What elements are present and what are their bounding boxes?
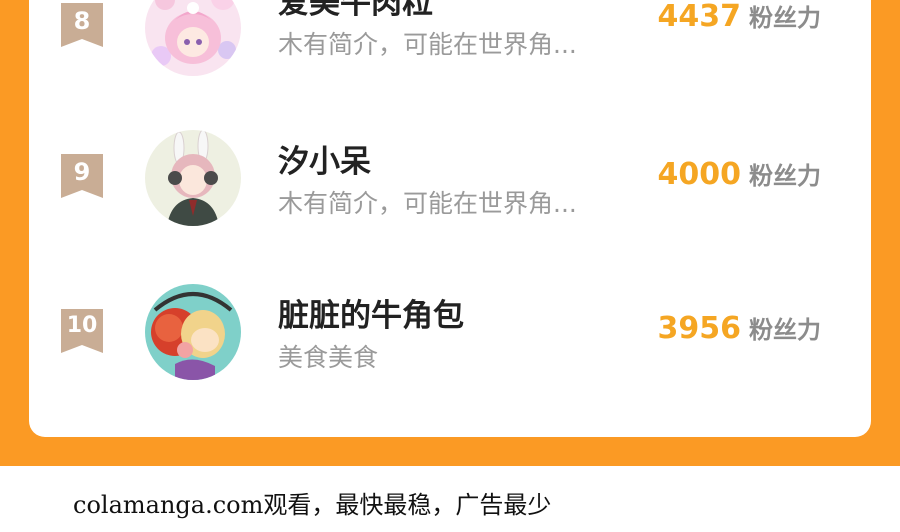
fans-count: 4437	[657, 0, 742, 34]
anime-girl-bunny-ears-headphones-avatar-icon[interactable]	[145, 130, 241, 226]
rank-number: 8	[73, 7, 91, 35]
user-intro: 木有简介，可能在世界角...	[278, 30, 577, 59]
fans-unit: 粉丝力	[749, 162, 821, 190]
user-intro: 木有简介，可能在世界角...	[278, 189, 577, 218]
user-name[interactable]: 爱美牛肉粒	[278, 0, 433, 22]
rank-badge: 9	[61, 154, 103, 198]
ranking-card: 8 爱美牛肉粒 木有简介，可能在世界角... 4437 粉丝力 9 汐小呆 木有…	[29, 0, 871, 437]
watermark-text: colamanga.com观看，最快最稳，广告最少	[73, 491, 552, 519]
ranking-row[interactable]: 8 爱美牛肉粒 木有简介，可能在世界角... 4437 粉丝力	[29, 0, 871, 85]
fans-unit: 粉丝力	[749, 316, 821, 344]
rank-number: 10	[66, 313, 98, 338]
user-name[interactable]: 脏脏的牛角包	[278, 290, 464, 335]
fans-unit: 粉丝力	[749, 4, 821, 32]
ranking-row[interactable]: 10 脏脏的牛角包 美食美食 3956 粉丝力	[29, 282, 871, 392]
rank-number: 9	[73, 158, 91, 186]
fans-power: 4000 粉丝力	[658, 156, 822, 192]
fans-count: 3956	[657, 311, 742, 346]
ranking-row[interactable]: 9 汐小呆 木有简介，可能在世界角... 4000 粉丝力	[29, 128, 871, 238]
rank-badge: 10	[61, 309, 103, 353]
fans-power: 4437 粉丝力	[658, 0, 822, 34]
rank-badge: 8	[61, 3, 103, 47]
anime-girl-pink-hair-avatar-icon[interactable]	[145, 0, 241, 76]
fans-count: 4000	[657, 157, 742, 192]
cartoon-character-red-hair-avatar-icon[interactable]	[145, 284, 241, 380]
user-name[interactable]: 汐小呆	[278, 136, 371, 181]
fans-power: 3956 粉丝力	[658, 310, 822, 346]
user-intro: 美食美食	[278, 343, 379, 372]
